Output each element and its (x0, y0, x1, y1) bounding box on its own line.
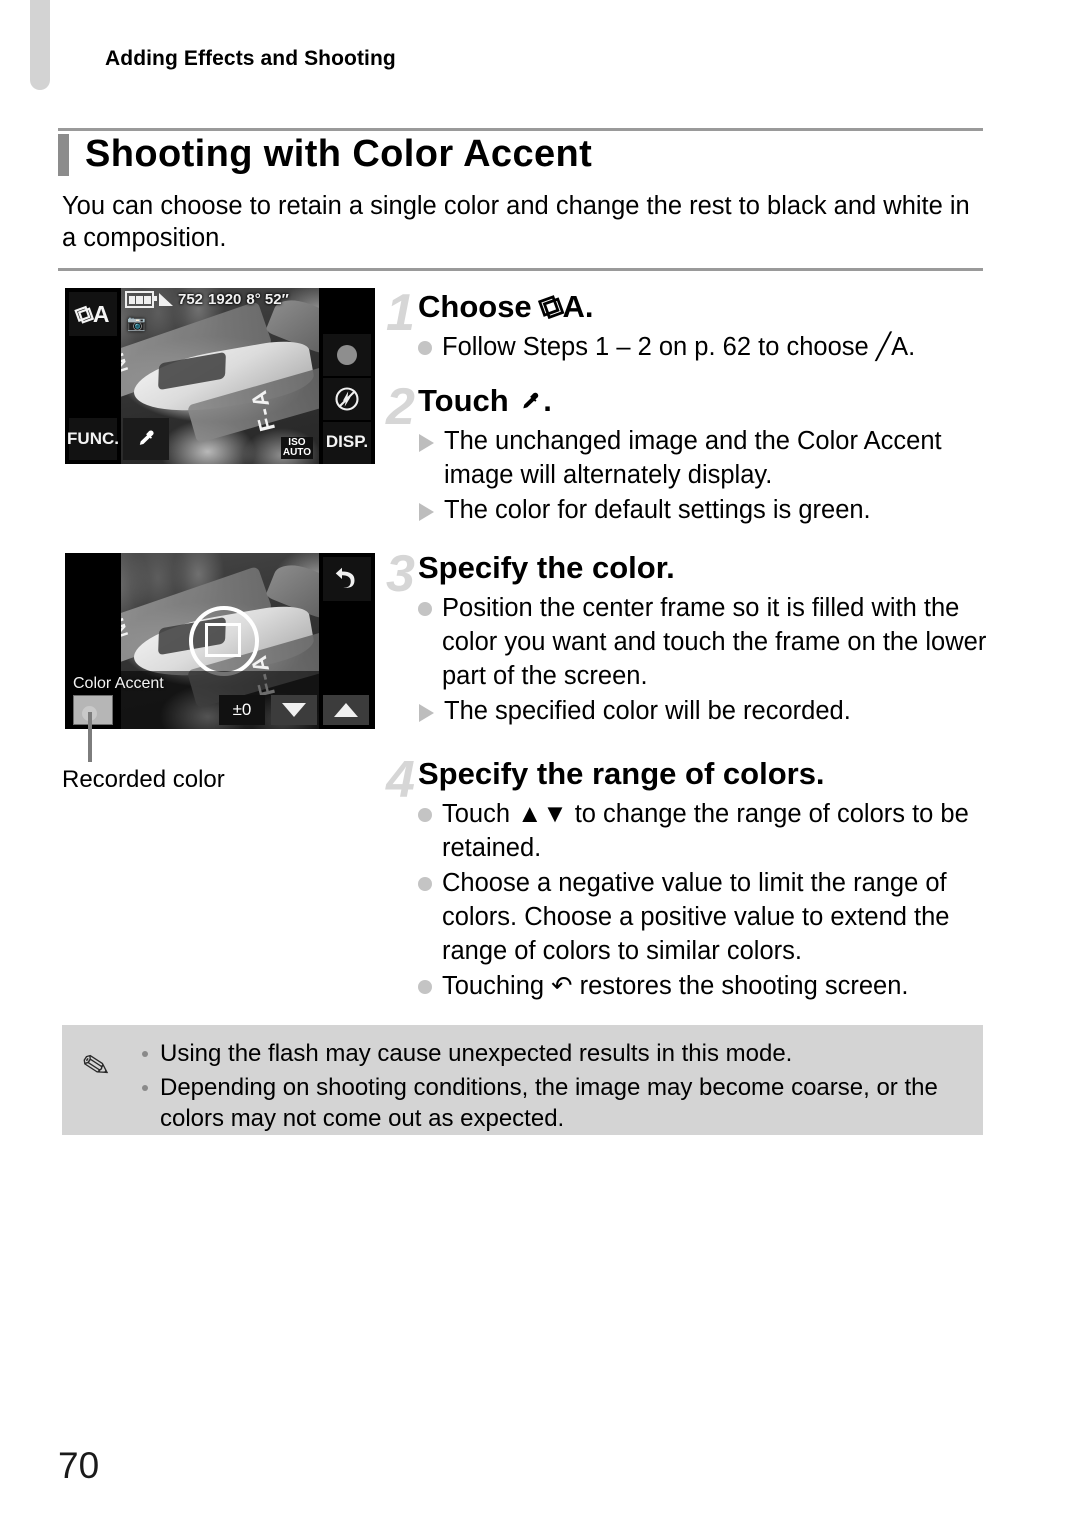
step-2-bullet-1-text: The unchanged image and the Color Accent… (444, 427, 942, 489)
step-3-bullet-1-text: Position the center frame so it is fille… (442, 594, 987, 690)
eyedropper-icon (523, 392, 539, 409)
step-4-bullet-3-text: Touching ↶ restores the shooting screen. (442, 972, 909, 1000)
record-button-icon (337, 345, 357, 365)
step-2-number: 2 (386, 378, 415, 436)
dot-bullet-icon (418, 877, 432, 891)
page-title: Shooting with Color Accent (85, 133, 593, 175)
shooting-screen-screenshot: NRY F-A 752 1920 8° 52″ 📷 ⧉A FUNC. OFF D… (65, 288, 375, 464)
iso-badge: ISO AUTO (280, 437, 313, 459)
triangle-bullet-icon (419, 704, 434, 722)
note-item: Depending on shooting conditions, the im… (142, 1072, 967, 1134)
note-item-text: Using the flash may cause unexpected res… (160, 1040, 793, 1067)
step-2-title: Touch . (418, 382, 990, 420)
mode-indicator-button[interactable]: ⧉ A (69, 292, 117, 336)
step-4-bullet-2: Choose a negative value to limit the ran… (418, 866, 990, 968)
note-item: Using the flash may cause unexpected res… (142, 1038, 967, 1069)
triangle-up-icon (334, 703, 358, 717)
step-4-title: Specify the range of colors. (418, 756, 825, 791)
time-remaining: 8° 52″ (246, 291, 289, 308)
image-quality-icon (159, 293, 173, 306)
movie-quality-badge: 1920 (208, 291, 242, 308)
step-2: 2 Touch . The unchanged image and the Co… (386, 381, 990, 527)
intro-paragraph: You can choose to retain a single color … (62, 192, 970, 252)
step-2-title-suffix: . (543, 383, 552, 418)
step-3-bullet-2-text: The specified color will be recorded. (444, 697, 851, 725)
callout-leader-line (88, 712, 92, 762)
mode-name-label: Color Accent (73, 675, 164, 692)
chapter-edge-tab (30, 0, 50, 90)
step-2-title-prefix: Touch (418, 383, 518, 418)
range-decrease-button[interactable] (271, 695, 317, 725)
dot-bullet-icon (418, 341, 432, 355)
range-increase-button[interactable] (323, 695, 369, 725)
triangle-bullet-icon (419, 434, 434, 452)
step-4-number: 4 (386, 751, 415, 809)
step-4: 4 Specify the range of colors. Touch ▲▼ … (386, 754, 990, 1003)
status-bar: 752 1920 8° 52″ (125, 291, 289, 308)
disp-button[interactable]: DISP. (323, 422, 371, 462)
camera-icon: 📷 (127, 315, 146, 332)
eyedropper-button[interactable] (123, 418, 169, 460)
eyedropper-icon (139, 430, 154, 445)
step-4-bullet-1: Touch ▲▼ to change the range of colors t… (418, 797, 990, 865)
running-header: Adding Effects and Shooting (105, 47, 396, 70)
flash-off-icon (335, 387, 359, 411)
step-3-title: Specify the color. (418, 550, 675, 585)
step-1-bullet-1-text: Follow Steps 1 – 2 on p. 62 to choose ╱A… (442, 333, 916, 361)
header-rule (58, 128, 983, 131)
step-2-bullet-2-text: The color for default settings is green. (444, 496, 871, 524)
iso-value: AUTO (282, 447, 311, 458)
step-2-bullet-2: The color for default settings is green. (418, 493, 990, 527)
page-number: 70 (58, 1445, 100, 1486)
step-1-number: 1 (386, 284, 415, 342)
shots-remaining: 752 (178, 291, 204, 308)
flash-off-button[interactable] (323, 378, 371, 420)
color-range-value: ±0 (219, 695, 265, 725)
dot-bullet-icon (418, 808, 432, 822)
note-list: Using the flash may cause unexpected res… (142, 1038, 967, 1137)
step-1-title-prefix: Choose (418, 289, 541, 324)
step-3-number: 3 (386, 545, 415, 603)
triangle-bullet-icon (419, 503, 434, 521)
step-3: 3 Specify the color. Position the center… (386, 548, 990, 728)
intro-rule (58, 268, 983, 271)
color-accent-screen-screenshot: NRY F-A Color Accent ±0 (65, 553, 375, 729)
step-1: 1 Choose ⧉A. Follow Steps 1 – 2 on p. 62… (386, 286, 990, 364)
note-box: ✎ Using the flash may cause unexpected r… (62, 1025, 983, 1135)
triangle-down-icon (282, 703, 306, 717)
callout-label: Recorded color (62, 766, 225, 793)
step-1-bullet-1: Follow Steps 1 – 2 on p. 62 to choose ╱A… (418, 330, 990, 364)
step-2-bullet-1: The unchanged image and the Color Accent… (418, 424, 990, 492)
note-item-text: Depending on shooting conditions, the im… (160, 1074, 938, 1132)
dot-bullet-icon (418, 602, 432, 616)
step-4-bullet-1-text: Touch ▲▼ to change the range of colors t… (442, 800, 969, 862)
step-4-bullet-3: Touching ↶ restores the shooting screen. (418, 969, 990, 1003)
section-title-group: Shooting with Color Accent (58, 133, 592, 176)
step-3-bullet-2: The specified color will be recorded. (418, 694, 990, 728)
record-button[interactable] (323, 334, 371, 376)
return-icon (335, 567, 355, 588)
dot-bullet-icon (418, 980, 432, 994)
step-1-title: Choose ⧉A. (418, 286, 990, 326)
step-4-bullet-2-text: Choose a negative value to limit the ran… (442, 869, 950, 965)
section-title-bar (58, 133, 69, 176)
step-3-bullet-1: Position the center frame so it is fille… (418, 591, 990, 693)
pencil-note-icon: ✎ (78, 1045, 115, 1089)
battery-full-icon (125, 291, 157, 308)
center-focus-frame-icon[interactable] (205, 623, 241, 658)
func-button[interactable]: FUNC. (67, 418, 119, 460)
return-button[interactable] (323, 557, 371, 601)
